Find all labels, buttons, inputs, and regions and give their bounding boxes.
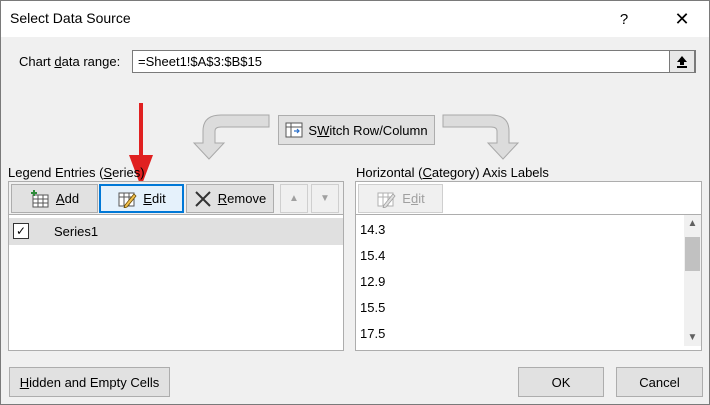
axis-labels-panel: Edit 14.3 15.4 12.9 15.5 17.5 ▲ ▼ bbox=[355, 181, 702, 351]
edit-table-icon bbox=[377, 192, 396, 208]
axis-label-item[interactable]: 17.5 bbox=[360, 326, 385, 341]
add-series-button[interactable]: Add bbox=[11, 184, 98, 213]
axis-labels-scrollbar[interactable]: ▲ ▼ bbox=[684, 215, 701, 346]
edit-label: Edit bbox=[402, 191, 424, 206]
collapse-dialog-button[interactable] bbox=[669, 50, 695, 73]
legend-toolbar: Add Edit Remove ▲ ▼ bbox=[9, 182, 343, 215]
label-accelerator: E bbox=[143, 191, 152, 206]
axis-label-item[interactable]: 14.3 bbox=[360, 222, 385, 237]
label-part: Horizontal ( bbox=[356, 165, 423, 180]
switch-row-column-label: SWitch Row/Column bbox=[308, 123, 427, 138]
label-accelerator: C bbox=[422, 165, 432, 180]
label-part: idden and Empty Cells bbox=[29, 374, 160, 390]
label-part: Legend Entries ( bbox=[8, 165, 104, 180]
axis-toolbar: Edit bbox=[356, 182, 701, 215]
axis-label-item[interactable]: 12.9 bbox=[360, 274, 385, 289]
dialog-title: Select Data Source bbox=[10, 10, 131, 26]
label-part: Chart bbox=[19, 54, 55, 69]
hidden-and-empty-cells-button[interactable]: Hidden and Empty Cells bbox=[9, 367, 170, 397]
ok-button[interactable]: OK bbox=[518, 367, 604, 397]
series-checkbox[interactable]: ✓ bbox=[13, 223, 29, 239]
edit-table-icon bbox=[118, 192, 137, 208]
chart-data-range-label: Chart data range: bbox=[19, 54, 120, 69]
label-part: E bbox=[402, 191, 411, 206]
label-accelerator: d bbox=[54, 54, 62, 69]
label-part: dd bbox=[64, 191, 80, 206]
chart-data-range-input[interactable]: =Sheet1!$A$3:$B$15 bbox=[132, 50, 696, 73]
close-button[interactable]: ✕ bbox=[659, 1, 705, 37]
left-curved-arrow-icon bbox=[192, 114, 270, 160]
edit-axis-labels-button[interactable]: Edit bbox=[358, 184, 443, 213]
series-name: Series1 bbox=[54, 224, 99, 239]
label-accelerator: S bbox=[103, 165, 113, 180]
switch-row-column-icon bbox=[285, 122, 303, 138]
label-accelerator: W bbox=[317, 122, 330, 138]
label-part: eries) bbox=[112, 165, 145, 180]
add-table-icon bbox=[30, 189, 49, 207]
label-part: dit bbox=[151, 191, 166, 206]
collapse-icon bbox=[677, 55, 687, 68]
label-part: it bbox=[418, 191, 425, 206]
remove-x-icon bbox=[195, 190, 211, 207]
axis-label-item[interactable]: 15.5 bbox=[360, 300, 385, 315]
series-row[interactable]: ✓ Series1 bbox=[9, 218, 343, 245]
legend-entries-panel: Add Edit Remove ▲ ▼ ✓ Series1 bbox=[8, 181, 344, 351]
add-label: Add bbox=[56, 191, 79, 206]
axis-label-item[interactable]: 15.4 bbox=[360, 248, 385, 263]
axis-labels-heading: Horizontal (Category) Axis Labels bbox=[356, 165, 549, 180]
edit-series-button[interactable]: Edit bbox=[99, 184, 184, 213]
label-part: ategory) Axis Labels bbox=[431, 165, 549, 180]
scroll-thumb[interactable] bbox=[685, 237, 700, 271]
move-up-button[interactable]: ▲ bbox=[280, 184, 308, 213]
label-part: S bbox=[308, 122, 318, 138]
cancel-button[interactable]: Cancel bbox=[616, 367, 703, 397]
hidden-cells-label: Hidden and Empty Cells bbox=[20, 375, 159, 390]
scroll-down-icon[interactable]: ▼ bbox=[684, 329, 701, 346]
select-data-source-dialog: Select Data Source ? ✕ Chart data range:… bbox=[0, 0, 710, 405]
label-part: ata range: bbox=[61, 54, 121, 69]
help-button[interactable]: ? bbox=[601, 1, 647, 37]
label-part: emove bbox=[227, 191, 267, 206]
remove-series-button[interactable]: Remove bbox=[186, 184, 274, 213]
title-bar: Select Data Source ? ✕ bbox=[1, 1, 709, 37]
label-part: itch Row/Column bbox=[329, 122, 428, 138]
label-accelerator: R bbox=[217, 191, 228, 206]
legend-entries-heading: Legend Entries (Series) bbox=[8, 165, 145, 180]
edit-label: Edit bbox=[143, 191, 165, 206]
move-down-button[interactable]: ▼ bbox=[311, 184, 339, 213]
right-curved-arrow-icon bbox=[442, 114, 520, 160]
label-accelerator: A bbox=[55, 191, 65, 206]
label-accelerator: H bbox=[19, 374, 30, 390]
switch-row-column-button[interactable]: SWitch Row/Column bbox=[278, 115, 435, 145]
scroll-up-icon[interactable]: ▲ bbox=[684, 215, 701, 232]
remove-label: Remove bbox=[218, 191, 266, 206]
